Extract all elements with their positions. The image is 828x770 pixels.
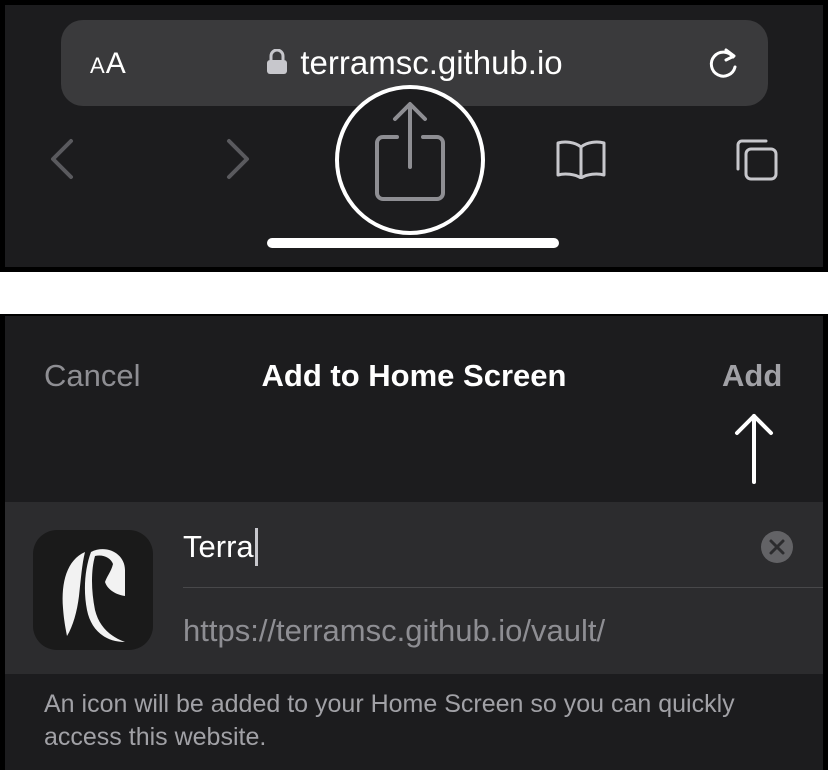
share-icon[interactable] (367, 97, 453, 207)
clear-icon[interactable] (760, 530, 794, 564)
text-caret (254, 527, 258, 566)
add-to-home-screen-panel: Cancel Add to Home Screen Add Terra http… (0, 314, 828, 770)
safari-toolbar-panel: AA terramsc.github.io (0, 0, 828, 272)
add-to-home-screen-sheet: Cancel Add to Home Screen Add Terra http… (5, 316, 823, 770)
lock-icon (267, 49, 288, 75)
bookmark-form: Terra https://terramsc.github.io/vault/ (5, 502, 823, 674)
chevron-right-icon[interactable] (223, 137, 253, 181)
field-divider (183, 587, 823, 588)
url-field: https://terramsc.github.io/vault/ (183, 613, 606, 648)
name-field-text: Terra (183, 529, 254, 564)
chevron-left-icon[interactable] (47, 137, 77, 181)
terra-logo-icon (62, 549, 125, 642)
name-field[interactable]: Terra (183, 524, 743, 570)
up-arrow-icon (735, 414, 773, 484)
url-display[interactable]: terramsc.github.io (61, 40, 768, 86)
footer-note: An icon will be added to your Home Scree… (44, 690, 735, 751)
home-indicator (267, 238, 559, 248)
sheet-title: Add to Home Screen (261, 358, 567, 393)
sheet-header: Cancel Add to Home Screen Add (5, 316, 823, 500)
tabs-icon[interactable] (732, 135, 782, 185)
book-icon[interactable] (555, 139, 607, 179)
safari-toolbar: AA terramsc.github.io (5, 5, 823, 267)
app-icon-preview (33, 530, 153, 650)
reload-icon[interactable] (704, 45, 742, 83)
add-button[interactable]: Add (722, 356, 782, 396)
url-text: terramsc.github.io (300, 44, 563, 81)
